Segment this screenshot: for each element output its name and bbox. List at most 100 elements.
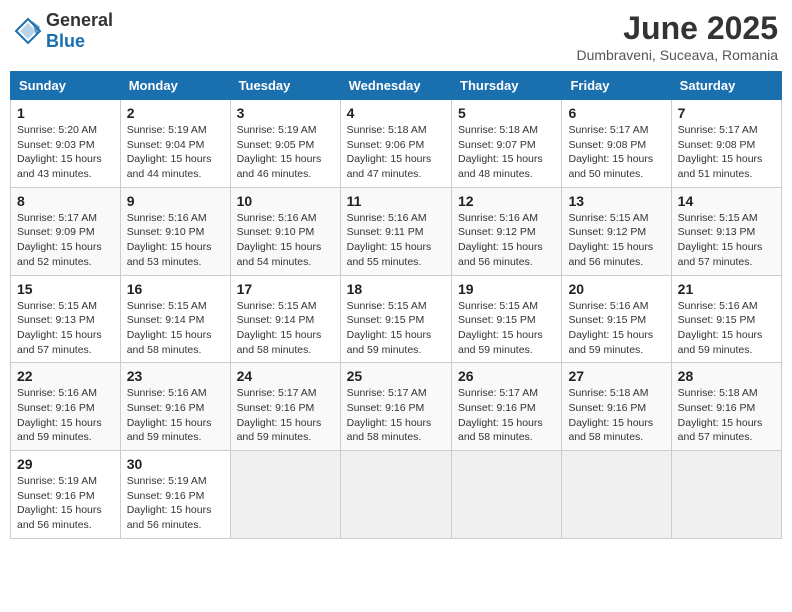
table-row bbox=[452, 451, 562, 539]
table-row: 15 Sunrise: 5:15 AMSunset: 9:13 PMDayligh… bbox=[11, 275, 121, 363]
col-tuesday: Tuesday bbox=[230, 72, 340, 100]
day-number: 24 bbox=[237, 368, 334, 384]
table-row: 26 Sunrise: 5:17 AMSunset: 9:16 PMDayligh… bbox=[452, 363, 562, 451]
day-info: Sunrise: 5:15 AMSunset: 9:14 PMDaylight:… bbox=[127, 300, 212, 356]
day-info: Sunrise: 5:15 AMSunset: 9:13 PMDaylight:… bbox=[17, 300, 102, 356]
day-number: 26 bbox=[458, 368, 555, 384]
calendar-week-3: 15 Sunrise: 5:15 AMSunset: 9:13 PMDayligh… bbox=[11, 275, 782, 363]
table-row: 29 Sunrise: 5:19 AMSunset: 9:16 PMDayligh… bbox=[11, 451, 121, 539]
day-number: 6 bbox=[568, 105, 664, 121]
day-info: Sunrise: 5:16 AMSunset: 9:10 PMDaylight:… bbox=[127, 212, 212, 268]
table-row: 19 Sunrise: 5:15 AMSunset: 9:15 PMDayligh… bbox=[452, 275, 562, 363]
day-number: 16 bbox=[127, 281, 224, 297]
day-number: 7 bbox=[678, 105, 775, 121]
calendar-week-1: 1Sunrise: 5:20 AMSunset: 9:03 PMDaylight… bbox=[11, 100, 782, 188]
table-row: 4Sunrise: 5:18 AMSunset: 9:06 PMDaylight… bbox=[340, 100, 451, 188]
calendar-week-4: 22 Sunrise: 5:16 AMSunset: 9:16 PMDayligh… bbox=[11, 363, 782, 451]
day-info: Sunrise: 5:16 AMSunset: 9:16 PMDaylight:… bbox=[127, 387, 212, 443]
col-friday: Friday bbox=[562, 72, 671, 100]
day-number: 19 bbox=[458, 281, 555, 297]
day-info: Sunrise: 5:15 AMSunset: 9:14 PMDaylight:… bbox=[237, 300, 322, 356]
col-saturday: Saturday bbox=[671, 72, 781, 100]
location-title: Dumbraveni, Suceava, Romania bbox=[576, 47, 778, 63]
day-number: 5 bbox=[458, 105, 555, 121]
table-row: 22 Sunrise: 5:16 AMSunset: 9:16 PMDayligh… bbox=[11, 363, 121, 451]
day-number: 12 bbox=[458, 193, 555, 209]
day-info: Sunrise: 5:16 AMSunset: 9:10 PMDaylight:… bbox=[237, 212, 322, 268]
day-info: Sunrise: 5:17 AMSunset: 9:16 PMDaylight:… bbox=[458, 387, 543, 443]
day-number: 14 bbox=[678, 193, 775, 209]
table-row: 13 Sunrise: 5:15 AMSunset: 9:12 PMDayligh… bbox=[562, 187, 671, 275]
table-row: 24 Sunrise: 5:17 AMSunset: 9:16 PMDayligh… bbox=[230, 363, 340, 451]
day-number: 29 bbox=[17, 456, 114, 472]
day-number: 22 bbox=[17, 368, 114, 384]
table-row: 1Sunrise: 5:20 AMSunset: 9:03 PMDaylight… bbox=[11, 100, 121, 188]
header: General Blue June 2025 Dumbraveni, Sucea… bbox=[10, 10, 782, 63]
day-number: 30 bbox=[127, 456, 224, 472]
day-info: Sunrise: 5:19 AMSunset: 9:16 PMDaylight:… bbox=[127, 475, 212, 531]
month-title: June 2025 bbox=[576, 10, 778, 47]
day-info: Sunrise: 5:16 AMSunset: 9:15 PMDaylight:… bbox=[568, 300, 653, 356]
day-number: 9 bbox=[127, 193, 224, 209]
day-info: Sunrise: 5:15 AMSunset: 9:15 PMDaylight:… bbox=[458, 300, 543, 356]
table-row: 12 Sunrise: 5:16 AMSunset: 9:12 PMDayligh… bbox=[452, 187, 562, 275]
day-number: 10 bbox=[237, 193, 334, 209]
day-number: 8 bbox=[17, 193, 114, 209]
day-info: Sunrise: 5:16 AMSunset: 9:16 PMDaylight:… bbox=[17, 387, 102, 443]
col-sunday: Sunday bbox=[11, 72, 121, 100]
day-info: Sunrise: 5:17 AMSunset: 9:16 PMDaylight:… bbox=[237, 387, 322, 443]
logo-general: General bbox=[46, 10, 113, 30]
day-number: 13 bbox=[568, 193, 664, 209]
table-row bbox=[562, 451, 671, 539]
logo-blue: Blue bbox=[46, 31, 85, 51]
calendar-week-2: 8 Sunrise: 5:17 AMSunset: 9:09 PMDaylight… bbox=[11, 187, 782, 275]
table-row: 10 Sunrise: 5:16 AMSunset: 9:10 PMDayligh… bbox=[230, 187, 340, 275]
logo-text: General Blue bbox=[46, 10, 113, 52]
day-info: Sunrise: 5:18 AMSunset: 9:16 PMDaylight:… bbox=[678, 387, 763, 443]
day-number: 25 bbox=[347, 368, 445, 384]
day-number: 11 bbox=[347, 193, 445, 209]
day-info: Sunrise: 5:20 AMSunset: 9:03 PMDaylight:… bbox=[17, 124, 102, 180]
day-number: 27 bbox=[568, 368, 664, 384]
table-row: 27Sunrise: 5:18 AMSunset: 9:16 PMDayligh… bbox=[562, 363, 671, 451]
calendar-week-5: 29 Sunrise: 5:19 AMSunset: 9:16 PMDayligh… bbox=[11, 451, 782, 539]
day-number: 20 bbox=[568, 281, 664, 297]
day-info: Sunrise: 5:15 AMSunset: 9:15 PMDaylight:… bbox=[347, 300, 432, 356]
day-number: 23 bbox=[127, 368, 224, 384]
col-monday: Monday bbox=[120, 72, 230, 100]
logo-icon bbox=[14, 17, 42, 45]
table-row: 30 Sunrise: 5:19 AMSunset: 9:16 PMDayligh… bbox=[120, 451, 230, 539]
day-number: 28 bbox=[678, 368, 775, 384]
day-info: Sunrise: 5:19 AMSunset: 9:04 PMDaylight:… bbox=[127, 124, 212, 180]
table-row: 9 Sunrise: 5:16 AMSunset: 9:10 PMDaylight… bbox=[120, 187, 230, 275]
table-row bbox=[671, 451, 781, 539]
table-row: 18Sunrise: 5:15 AMSunset: 9:15 PMDayligh… bbox=[340, 275, 451, 363]
day-info: Sunrise: 5:17 AMSunset: 9:08 PMDaylight:… bbox=[568, 124, 653, 180]
table-row bbox=[230, 451, 340, 539]
table-row: 16 Sunrise: 5:15 AMSunset: 9:14 PMDayligh… bbox=[120, 275, 230, 363]
day-number: 15 bbox=[17, 281, 114, 297]
day-info: Sunrise: 5:16 AMSunset: 9:15 PMDaylight:… bbox=[678, 300, 763, 356]
day-number: 17 bbox=[237, 281, 334, 297]
table-row: 20 Sunrise: 5:16 AMSunset: 9:15 PMDayligh… bbox=[562, 275, 671, 363]
day-info: Sunrise: 5:17 AMSunset: 9:16 PMDaylight:… bbox=[347, 387, 432, 443]
table-row: 25 Sunrise: 5:17 AMSunset: 9:16 PMDayligh… bbox=[340, 363, 451, 451]
table-row: 28 Sunrise: 5:18 AMSunset: 9:16 PMDayligh… bbox=[671, 363, 781, 451]
day-info: Sunrise: 5:16 AMSunset: 9:12 PMDaylight:… bbox=[458, 212, 543, 268]
day-info: Sunrise: 5:15 AMSunset: 9:12 PMDaylight:… bbox=[568, 212, 653, 268]
day-info: Sunrise: 5:17 AMSunset: 9:08 PMDaylight:… bbox=[678, 124, 763, 180]
col-thursday: Thursday bbox=[452, 72, 562, 100]
table-row: 6 Sunrise: 5:17 AMSunset: 9:08 PMDaylight… bbox=[562, 100, 671, 188]
table-row bbox=[340, 451, 451, 539]
day-number: 21 bbox=[678, 281, 775, 297]
day-info: Sunrise: 5:19 AMSunset: 9:16 PMDaylight:… bbox=[17, 475, 102, 531]
day-info: Sunrise: 5:17 AMSunset: 9:09 PMDaylight:… bbox=[17, 212, 102, 268]
day-number: 4 bbox=[347, 105, 445, 121]
day-number: 2 bbox=[127, 105, 224, 121]
table-row: 5Sunrise: 5:18 AMSunset: 9:07 PMDaylight… bbox=[452, 100, 562, 188]
day-number: 3 bbox=[237, 105, 334, 121]
calendar-table: Sunday Monday Tuesday Wednesday Thursday… bbox=[10, 71, 782, 539]
table-row: 7 Sunrise: 5:17 AMSunset: 9:08 PMDaylight… bbox=[671, 100, 781, 188]
day-info: Sunrise: 5:15 AMSunset: 9:13 PMDaylight:… bbox=[678, 212, 763, 268]
table-row: 11Sunrise: 5:16 AMSunset: 9:11 PMDayligh… bbox=[340, 187, 451, 275]
